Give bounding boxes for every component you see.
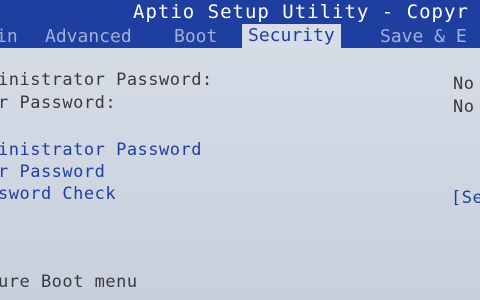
tab-save-exit[interactable]: Save & E [380,26,467,47]
tab-main[interactable]: in [0,26,18,47]
administrator-password-status-value: No [453,74,475,94]
password-check-value[interactable]: [Se [451,188,480,208]
security-panel: inistrator Password: No r Password: No i… [0,48,480,300]
tab-advanced[interactable]: Advanced [45,26,132,47]
tab-security[interactable]: Security [242,24,341,48]
set-administrator-password-item[interactable]: inistrator Password [0,140,202,160]
administrator-password-status-label: inistrator Password: [0,70,213,90]
tab-bar: in Advanced Boot Security Save & E [0,24,480,48]
secure-boot-menu-item[interactable]: ure Boot menu [0,272,138,292]
set-user-password-item[interactable]: r Password [0,162,105,182]
user-password-status-label: r Password: [0,93,117,113]
title-bar: Aptio Setup Utility - Copyr [0,0,480,24]
password-check-item[interactable]: sword Check [0,184,116,204]
tab-boot[interactable]: Boot [174,26,217,47]
app-title: Aptio Setup Utility - Copyr [133,1,469,23]
user-password-status-value: No [453,97,475,117]
